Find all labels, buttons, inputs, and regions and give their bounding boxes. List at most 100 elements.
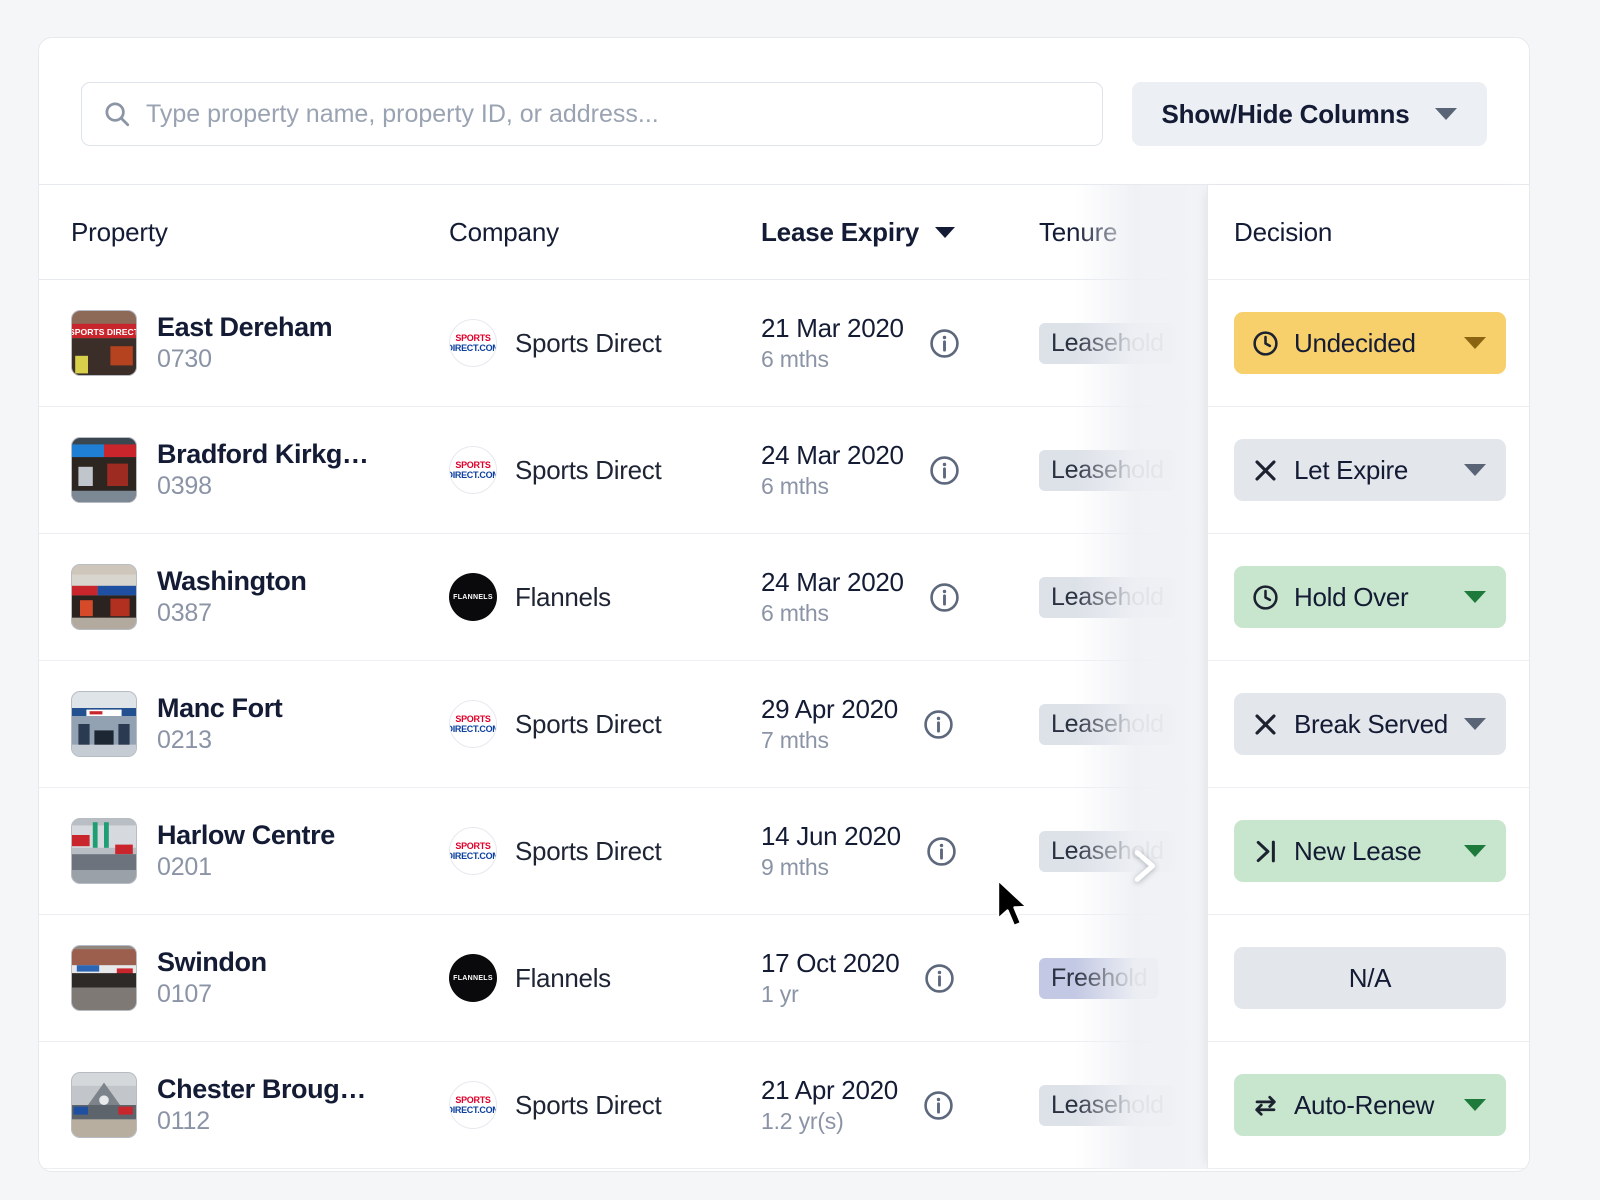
chevron-down-icon (1464, 464, 1486, 476)
property-id: 0107 (157, 980, 267, 1009)
info-icon[interactable] (928, 454, 961, 487)
header-label-lease-expiry: Lease Expiry (761, 217, 919, 248)
search-input[interactable] (146, 100, 1082, 129)
property-table-card: Show/Hide Columns Property Company Lease… (38, 37, 1530, 1172)
decision-dropdown[interactable]: New Lease (1234, 820, 1506, 882)
cell-decision: Undecided (1208, 312, 1530, 374)
column-header-company[interactable]: Company (449, 217, 761, 248)
clock-icon (1250, 328, 1280, 358)
company-name: Sports Direct (515, 709, 661, 740)
cell-tenure: Freehold (1039, 958, 1207, 999)
lease-expiry-date: 21 Mar 2020 (761, 313, 904, 344)
property-thumbnail (71, 564, 137, 630)
property-id: 0398 (157, 472, 369, 501)
x-icon (1250, 455, 1280, 485)
column-header-lease-expiry[interactable]: Lease Expiry (761, 217, 1039, 248)
decision-row: Undecided (1208, 280, 1530, 407)
company-name: Flannels (515, 963, 611, 994)
decision-body: Undecided Let Expire Hold Over Break Served… (1208, 280, 1530, 1169)
decision-dropdown[interactable]: Auto-Renew (1234, 1074, 1506, 1136)
cell-lease-expiry: 24 Mar 20206 mths (761, 440, 1039, 500)
decision-dropdown[interactable]: Let Expire (1234, 439, 1506, 501)
search-field[interactable] (81, 82, 1103, 146)
flannels-logo: FLANNELS (449, 573, 497, 621)
cell-tenure: Leasehold (1039, 704, 1207, 745)
decision-label: Hold Over (1294, 582, 1408, 613)
sports-direct-logo: SPORTSDIRECT.COM (449, 1081, 497, 1129)
cell-property: Swindon0107 (39, 945, 449, 1011)
decision-label: Break Served (1294, 709, 1448, 740)
cell-property: Harlow Centre0201 (39, 818, 449, 884)
table-toolbar: Show/Hide Columns (39, 38, 1529, 185)
info-icon[interactable] (923, 962, 956, 995)
decision-dropdown[interactable]: Undecided (1234, 312, 1506, 374)
header-label-company: Company (449, 217, 559, 248)
cell-tenure: Leasehold (1039, 1085, 1207, 1126)
lease-expiry-date: 24 Mar 2020 (761, 567, 904, 598)
cell-company: SPORTSDIRECT.COMSports Direct (449, 1081, 761, 1129)
info-icon[interactable] (922, 708, 955, 741)
sports-direct-logo: SPORTSDIRECT.COM (449, 446, 497, 494)
property-table: Property Company Lease Expiry Tenure SPO… (39, 185, 1529, 1169)
sports-direct-logo: SPORTSDIRECT.COM (449, 319, 497, 367)
tenure-badge: Freehold (1039, 958, 1159, 999)
property-name: East Dereham (157, 312, 332, 343)
scroll-right-button[interactable] (1114, 837, 1172, 895)
cell-lease-expiry: 14 Jun 20209 mths (761, 821, 1039, 881)
cell-company: SPORTSDIRECT.COMSports Direct (449, 700, 761, 748)
header-label-tenure: Tenure (1039, 217, 1117, 248)
cell-tenure: Leasehold (1039, 577, 1207, 618)
lease-remaining: 6 mths (761, 600, 904, 627)
show-hide-columns-label: Show/Hide Columns (1162, 99, 1410, 130)
show-hide-columns-button[interactable]: Show/Hide Columns (1132, 82, 1487, 146)
property-name: Bradford Kirkg… (157, 439, 369, 470)
cell-company: SPORTSDIRECT.COMSports Direct (449, 827, 761, 875)
info-icon[interactable] (928, 327, 961, 360)
cell-lease-expiry: 17 Oct 20201 yr (761, 948, 1039, 1008)
decision-label: N/A (1250, 963, 1490, 994)
company-name: Sports Direct (515, 455, 661, 486)
frozen-decision-column: Decision Undecided Let Expire Hold Over Bre… (1207, 185, 1530, 1169)
search-icon (102, 99, 132, 129)
lease-remaining: 9 mths (761, 854, 901, 881)
company-name: Flannels (515, 582, 611, 613)
info-icon[interactable] (925, 835, 958, 868)
property-name: Manc Fort (157, 693, 282, 724)
decision-dropdown[interactable]: Hold Over (1234, 566, 1506, 628)
column-header-tenure[interactable]: Tenure (1039, 217, 1207, 248)
tenure-badge: Leasehold (1039, 323, 1176, 364)
cell-lease-expiry: 24 Mar 20206 mths (761, 567, 1039, 627)
cell-company: FLANNELS Flannels (449, 954, 761, 1002)
cell-company: SPORTSDIRECT.COM Sports Direct (449, 446, 761, 494)
info-icon[interactable] (922, 1089, 955, 1122)
decision-dropdown[interactable]: Break Served (1234, 693, 1506, 755)
cell-property: Washington0387 (39, 564, 449, 630)
clock-icon (1250, 582, 1280, 612)
tenure-badge: Leasehold (1039, 704, 1176, 745)
sort-descending-icon (935, 227, 955, 238)
info-icon[interactable] (928, 581, 961, 614)
decision-row: N/A (1208, 915, 1530, 1042)
lease-expiry-date: 24 Mar 2020 (761, 440, 904, 471)
property-id: 0730 (157, 345, 332, 374)
header-label-decision: Decision (1234, 217, 1332, 248)
company-name: Sports Direct (515, 836, 661, 867)
cell-decision: Break Served (1208, 693, 1530, 755)
flannels-logo: FLANNELS (449, 954, 497, 1002)
column-header-property[interactable]: Property (39, 217, 449, 248)
property-id: 0387 (157, 599, 306, 628)
decision-label: Let Expire (1294, 455, 1408, 486)
company-name: Sports Direct (515, 328, 661, 359)
lease-remaining: 7 mths (761, 727, 898, 754)
property-id: 0201 (157, 853, 335, 882)
chevron-down-icon (1464, 718, 1486, 730)
tenure-badge: Leasehold (1039, 1085, 1176, 1126)
x-icon (1250, 709, 1280, 739)
decision-header-row: Decision (1208, 185, 1530, 280)
decision-row: Auto-Renew (1208, 1042, 1530, 1169)
chevron-down-icon (1464, 1099, 1486, 1111)
property-thumbnail: SPORTS DIRECT (71, 310, 137, 376)
lease-expiry-date: 29 Apr 2020 (761, 694, 898, 725)
property-name: Chester Broug… (157, 1074, 366, 1105)
cell-decision: New Lease (1208, 820, 1530, 882)
